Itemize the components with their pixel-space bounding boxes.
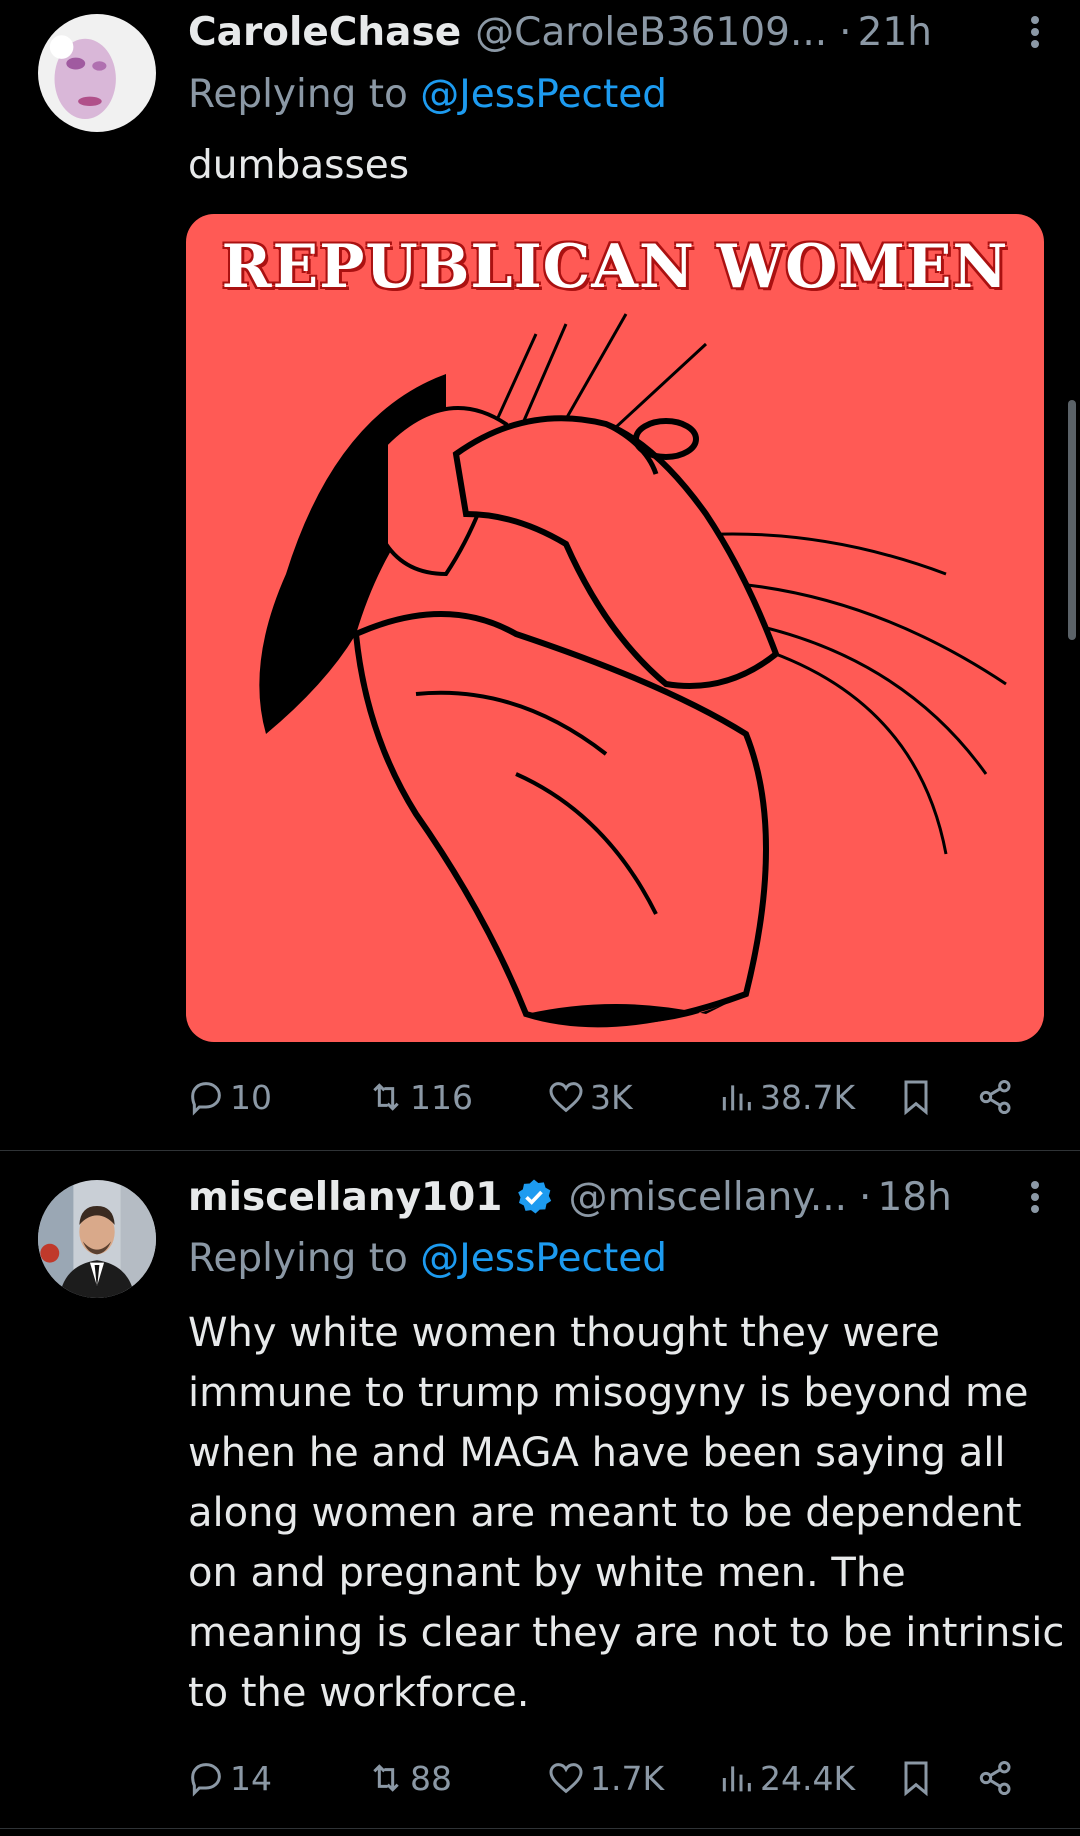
share-icon bbox=[979, 1761, 1011, 1795]
views-icon bbox=[722, 1085, 751, 1111]
reply-button[interactable]: 10 bbox=[186, 1077, 272, 1117]
repost-button[interactable]: 88 bbox=[366, 1758, 452, 1798]
repost-icon bbox=[373, 1764, 399, 1792]
separator-dot: · bbox=[839, 9, 852, 55]
bookmark-icon bbox=[904, 1080, 928, 1116]
tweet-carolechase[interactable]: CaroleChase @CaroleB36109... · 21h Reply… bbox=[0, 0, 1080, 1150]
mention-link[interactable]: @JessPected bbox=[420, 1236, 667, 1281]
reply-icon bbox=[191, 1763, 221, 1797]
replying-to: Replying to @JessPected bbox=[188, 1236, 667, 1281]
more-icon[interactable] bbox=[1020, 12, 1050, 52]
avatar[interactable] bbox=[38, 1180, 156, 1298]
display-name[interactable]: miscellany101 bbox=[188, 1175, 502, 1220]
avatar[interactable] bbox=[38, 14, 156, 132]
repost-count: 88 bbox=[410, 1758, 452, 1798]
verified-icon bbox=[518, 1179, 552, 1214]
display-name[interactable]: CaroleChase bbox=[188, 10, 461, 55]
share-icon bbox=[979, 1080, 1011, 1114]
tweet-actions: 14 88 1.7K 24.4K bbox=[186, 1753, 1026, 1803]
tweet-media[interactable]: REPUBLICAN WOMEN bbox=[186, 214, 1044, 1042]
views-count: 24.4K bbox=[760, 1758, 856, 1798]
replying-prefix: Replying to bbox=[188, 72, 421, 117]
views-icon bbox=[722, 1766, 751, 1792]
timestamp[interactable]: 18h bbox=[877, 1175, 951, 1220]
views-count: 38.7K bbox=[760, 1077, 856, 1117]
tweet-header: miscellany101 @miscellany... · 18h bbox=[188, 1173, 1060, 1221]
tweet-divider bbox=[0, 1828, 1080, 1829]
timestamp[interactable]: 21h bbox=[858, 10, 932, 55]
repost-icon bbox=[373, 1083, 399, 1111]
reply-icon bbox=[191, 1082, 221, 1116]
like-icon bbox=[549, 1082, 583, 1113]
views-button[interactable]: 38.7K bbox=[716, 1077, 855, 1117]
like-count: 3K bbox=[590, 1077, 633, 1117]
like-button[interactable]: 3K bbox=[546, 1077, 633, 1117]
tweet-header: CaroleChase @CaroleB36109... · 21h bbox=[188, 8, 1060, 56]
mention-link[interactable]: @JessPected bbox=[420, 72, 667, 117]
share-button[interactable] bbox=[976, 1077, 1016, 1117]
more-icon[interactable] bbox=[1020, 1177, 1050, 1217]
repost-count: 116 bbox=[410, 1077, 473, 1117]
tweet-text: dumbasses bbox=[188, 143, 410, 188]
replying-to: Replying to @JessPected bbox=[188, 72, 667, 117]
bookmark-button[interactable] bbox=[896, 1758, 936, 1798]
reply-count: 10 bbox=[230, 1077, 272, 1117]
tweet-text: Why white women thought they were immune… bbox=[188, 1310, 1065, 1716]
like-button[interactable]: 1.7K bbox=[546, 1758, 664, 1798]
bookmark-icon bbox=[904, 1761, 928, 1797]
like-count: 1.7K bbox=[590, 1758, 665, 1798]
replying-prefix: Replying to bbox=[188, 1236, 421, 1281]
share-button[interactable] bbox=[976, 1758, 1016, 1798]
reply-count: 14 bbox=[230, 1758, 272, 1798]
user-handle[interactable]: @CaroleB36109... bbox=[475, 10, 827, 55]
views-button[interactable]: 24.4K bbox=[716, 1758, 855, 1798]
bookmark-button[interactable] bbox=[896, 1077, 936, 1117]
scrollbar[interactable] bbox=[1068, 400, 1076, 640]
woman-illustration bbox=[259, 313, 1007, 1028]
user-handle[interactable]: @miscellany... bbox=[568, 1175, 847, 1220]
tweet-actions: 10 116 3K 38.7K bbox=[186, 1072, 1026, 1122]
like-icon bbox=[549, 1763, 583, 1794]
repost-button[interactable]: 116 bbox=[366, 1077, 473, 1117]
reply-button[interactable]: 14 bbox=[186, 1758, 272, 1798]
separator-dot: · bbox=[859, 1174, 872, 1220]
tweet-miscellany101[interactable]: miscellany101 @miscellany... · 18h Reply… bbox=[0, 1151, 1080, 1836]
